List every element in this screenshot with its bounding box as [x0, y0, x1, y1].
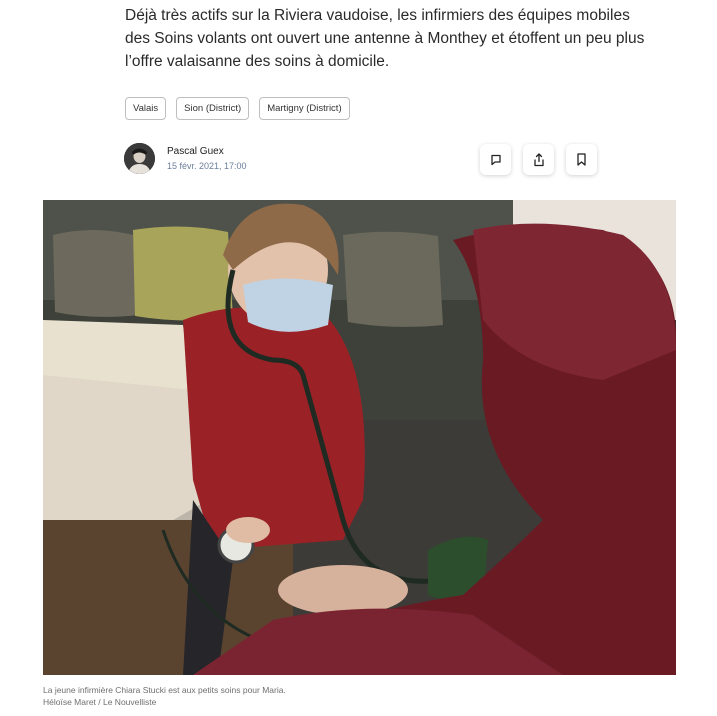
avatar-portrait: [124, 143, 155, 174]
share-button[interactable]: [523, 144, 554, 175]
photo-credit: Héloïse Maret / Le Nouvelliste: [43, 697, 157, 707]
article-actions: [480, 144, 597, 175]
author-avatar[interactable]: [124, 143, 155, 174]
tag-sion-district[interactable]: Sion (District): [176, 97, 250, 120]
tag-list: Valais Sion (District) Martigny (Distric…: [125, 97, 350, 120]
article-photo[interactable]: [43, 200, 676, 675]
bookmark-icon: [577, 153, 586, 166]
bookmark-button[interactable]: [566, 144, 597, 175]
comment-icon: [490, 154, 501, 165]
comment-button[interactable]: [480, 144, 511, 175]
tag-valais[interactable]: Valais: [125, 97, 167, 120]
tag-martigny-district[interactable]: Martigny (District): [259, 97, 350, 120]
photo-caption: La jeune infirmière Chiara Stucki est au…: [43, 685, 286, 695]
publish-date: 15 févr. 2021, 17:00: [167, 161, 247, 171]
photo-caption-block: La jeune infirmière Chiara Stucki est au…: [43, 684, 286, 708]
article-lede: Déjà très actifs sur la Riviera vaudoise…: [125, 7, 645, 70]
author-block: Pascal Guex 15 févr. 2021, 17:00: [124, 143, 247, 174]
share-icon: [533, 152, 544, 166]
photo-nurse-visit: [43, 200, 676, 675]
author-name[interactable]: Pascal Guex: [167, 145, 247, 158]
